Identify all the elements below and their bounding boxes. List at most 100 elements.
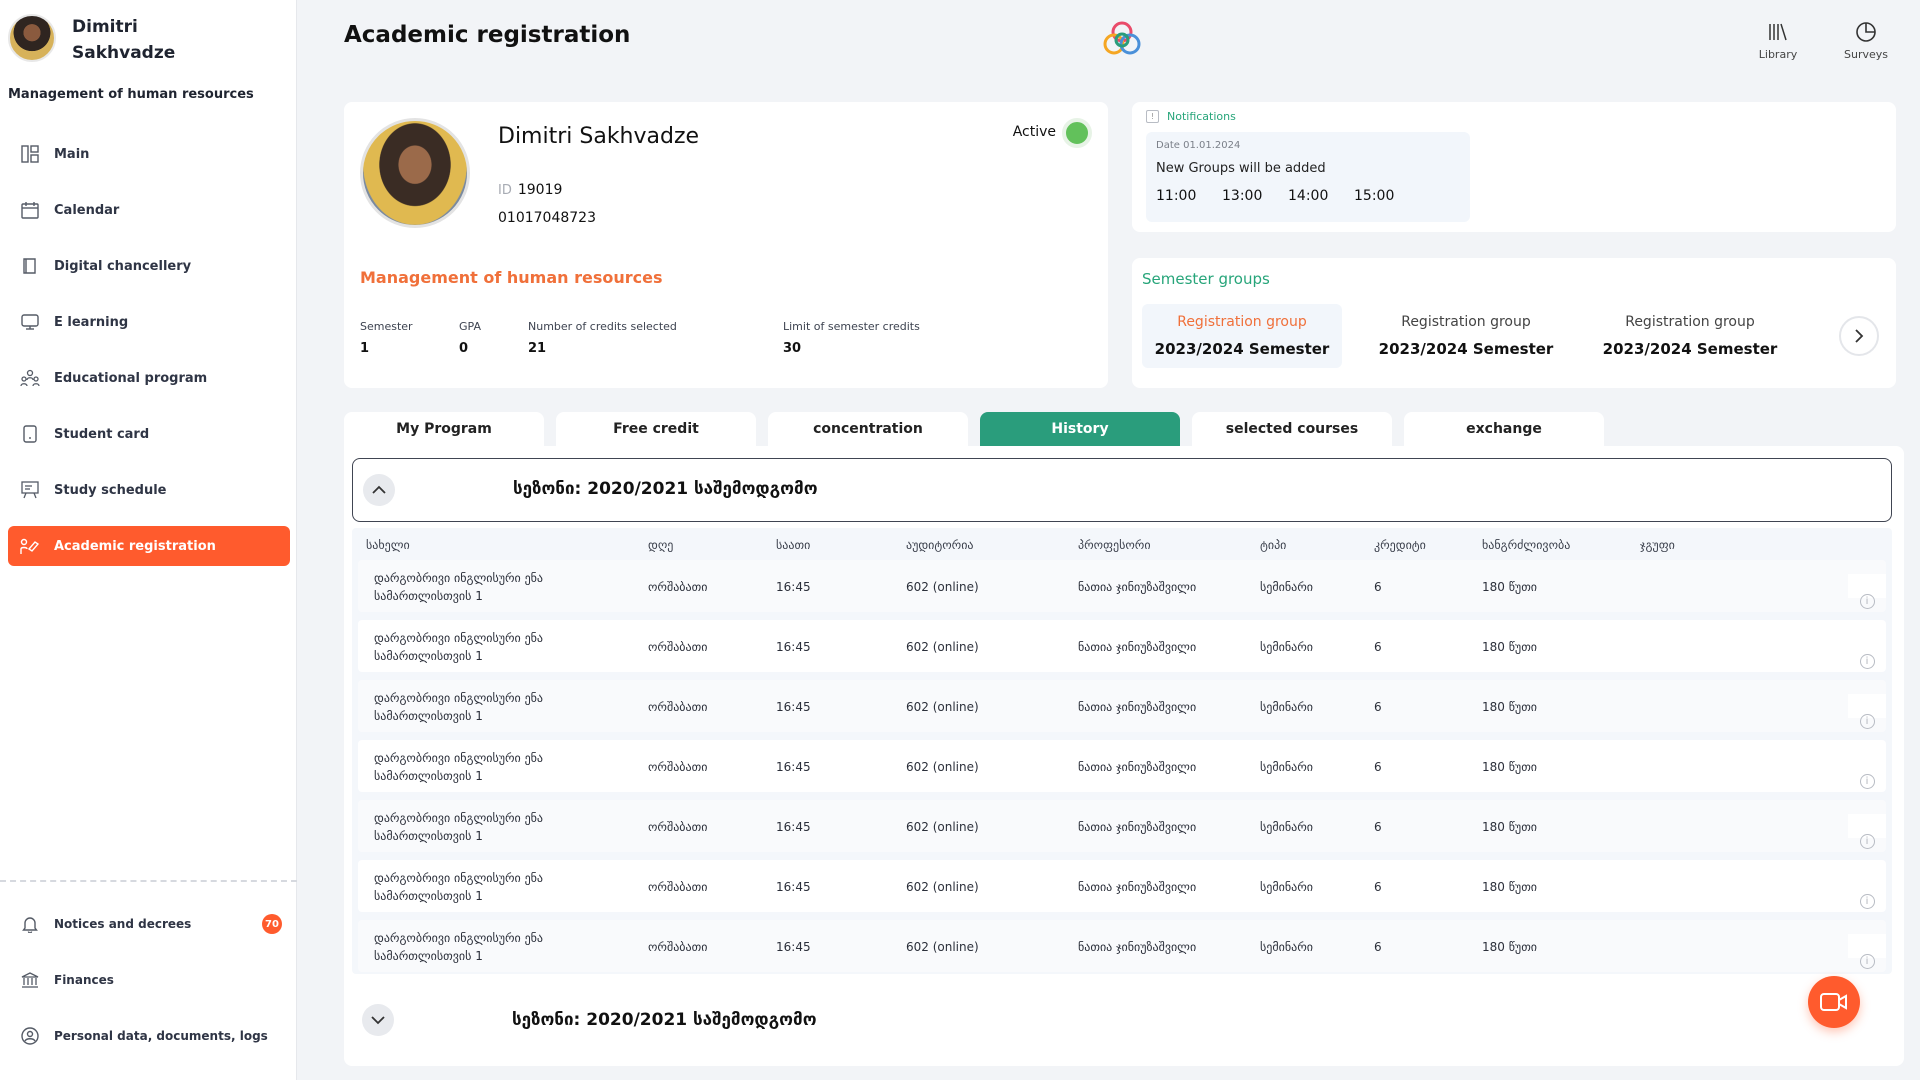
sidebar-item-main[interactable]: Main (8, 134, 290, 174)
table-row[interactable]: დარგობრივი ინგლისური ენა სამართლისთვის 1… (358, 560, 1886, 612)
column-header: ტიპი (1260, 538, 1287, 552)
tab-history[interactable]: History (980, 412, 1180, 446)
pie-chart-icon (1836, 20, 1896, 44)
table-row[interactable]: დარგობრივი ინგლისური ენა სამართლისთვის 1… (358, 860, 1886, 912)
sidebar-item-label: Student card (54, 426, 150, 442)
sidebar-item-label: Main (54, 146, 90, 162)
tab-free-credit[interactable]: Free credit (556, 412, 756, 446)
info-button[interactable]: i (1848, 754, 1886, 789)
stat-semester: Semester 1 (360, 320, 413, 356)
sidebar-item-calendar[interactable]: Calendar (8, 190, 290, 230)
sidebar-item-academic-registration[interactable]: Academic registration (8, 526, 290, 566)
semester-group-tab[interactable]: Registration group 2023/2024 Semester (1142, 304, 1342, 368)
notification-time: 15:00 (1354, 188, 1395, 204)
table-row[interactable]: დარგობრივი ინგლისური ენა სამართლისთვის 1… (358, 800, 1886, 852)
sidebar-item-digital-chancellery[interactable]: Digital chancellery (8, 246, 290, 286)
course-type: სემინარი (1260, 880, 1313, 894)
bell-icon (20, 914, 40, 934)
expand-button[interactable] (362, 1004, 394, 1036)
course-duration: 180 წუთი (1482, 940, 1538, 954)
info-button[interactable]: i (1848, 934, 1886, 969)
notification-item[interactable]: Date 01.01.2024 New Groups will be added… (1146, 132, 1470, 222)
column-header: სახელი (366, 538, 410, 552)
column-header: საათი (776, 538, 811, 552)
profile-program: Management of human resources (360, 268, 663, 287)
semester-group-tab[interactable]: Registration group 2023/2024 Semester (1366, 304, 1566, 368)
course-name: დარგობრივი ინგლისური ენა სამართლისთვის 1 (374, 571, 544, 603)
stat-label: Semester (360, 320, 413, 333)
course-duration: 180 წუთი (1482, 820, 1538, 834)
sidebar-item-finances[interactable]: Finances (8, 960, 290, 1000)
column-header: ჯგუფი (1640, 538, 1675, 552)
notification-time: 13:00 (1222, 188, 1263, 204)
stat-value: 0 (459, 341, 469, 356)
sidebar-item-label: Calendar (54, 202, 120, 218)
course-name: დარგობრივი ინგლისური ენა სამართლისთვის 1 (374, 691, 544, 723)
sidebar-item-label: Educational program (54, 370, 208, 386)
course-name: დარგობრივი ინგლისური ენა სამართლისთვის 1 (374, 631, 544, 663)
info-button[interactable]: i (1848, 814, 1886, 849)
semester-group-label: Registration group (1177, 314, 1307, 330)
next-groups-button[interactable] (1839, 316, 1879, 356)
course-name: დარგობრივი ინგლისური ენა სამართლისთვის 1 (374, 871, 544, 903)
course-room: 602 (online) (906, 640, 979, 654)
tab-exchange[interactable]: exchange (1404, 412, 1604, 446)
surveys-button[interactable]: Surveys (1836, 20, 1896, 61)
course-name: დარგობრივი ინგლისური ენა სამართლისთვის 1 (374, 811, 544, 843)
library-button[interactable]: Library (1748, 20, 1808, 61)
sidebar-item-label: Personal data, documents, logs (54, 1029, 268, 1043)
surveys-label: Surveys (1844, 48, 1888, 61)
course-day: ორშაბათი (648, 580, 708, 594)
status-indicator (1062, 118, 1092, 148)
info-button[interactable]: i (1848, 574, 1886, 609)
stat-value: 21 (528, 341, 547, 356)
notification-time: 11:00 (1156, 188, 1197, 204)
video-call-button[interactable] (1808, 976, 1860, 1028)
sidebar-item-label: Study schedule (54, 482, 167, 498)
person-icon (20, 1026, 40, 1046)
course-duration: 180 წუთი (1482, 700, 1538, 714)
sidebar-item-e-learning[interactable]: E learning (8, 302, 290, 342)
stat-label: GPA (459, 320, 481, 333)
table-row[interactable]: დარგობრივი ინგლისური ენა სამართლისთვის 1… (358, 920, 1886, 972)
sidebar-item-student-card[interactable]: Student card (8, 414, 290, 454)
course-credits: 6 (1374, 580, 1382, 594)
sidebar-item-study-schedule[interactable]: Study schedule (8, 470, 290, 510)
courses-table: სახელი დღე საათი აუდიტორია პროფესორი ტიპ… (352, 528, 1892, 974)
table-row[interactable]: დარგობრივი ინგლისური ენა სამართლისთვის 1… (358, 740, 1886, 792)
course-professor: ნათია ჯინიუზაშვილი (1078, 820, 1197, 834)
course-type: სემინარი (1260, 760, 1313, 774)
avatar[interactable] (8, 14, 56, 62)
column-header: კრედიტი (1374, 538, 1426, 552)
course-day: ორშაბათი (648, 760, 708, 774)
collapse-button[interactable] (363, 474, 395, 506)
column-header: პროფესორი (1078, 538, 1151, 552)
table-row[interactable]: დარგობრივი ინგლისური ენა სამართლისთვის 1… (358, 680, 1886, 732)
sidebar-item-label: Notices and decrees (54, 917, 192, 931)
profile-name: Dimitri Sakhvadze (498, 124, 700, 149)
user-block[interactable]: Dimitri Sakhvadze (8, 14, 182, 66)
info-button[interactable]: i (1848, 874, 1886, 909)
course-time: 16:45 (776, 880, 811, 894)
course-time: 16:45 (776, 580, 811, 594)
table-row[interactable]: დარგობრივი ინგლისური ენა სამართლისთვის 1… (358, 620, 1886, 672)
profile-id-label: ID (498, 183, 512, 198)
tab-selected-courses[interactable]: selected courses (1192, 412, 1392, 446)
tab-concentration[interactable]: concentration (768, 412, 968, 446)
sidebar-item-educational-program[interactable]: Educational program (8, 358, 290, 398)
course-duration: 180 წუთი (1482, 760, 1538, 774)
course-day: ორშაბათი (648, 820, 708, 834)
season-accordion-header[interactable]: სეზონი: 2020/2021 საშემოდგომო (352, 458, 1892, 522)
sidebar-item-personal-data[interactable]: Personal data, documents, logs (8, 1016, 290, 1056)
tab-my-program[interactable]: My Program (344, 412, 544, 446)
sidebar-item-notices[interactable]: Notices and decrees 70 (8, 904, 290, 944)
info-button[interactable]: i (1848, 634, 1886, 669)
semester-group-tab[interactable]: Registration group 2023/2024 Semester (1590, 304, 1790, 368)
notification-date: Date 01.01.2024 (1156, 140, 1241, 151)
chevron-down-icon (371, 1016, 385, 1025)
course-day: ორშაბათი (648, 640, 708, 654)
info-button[interactable]: i (1848, 694, 1886, 729)
chevron-right-icon (1855, 329, 1864, 343)
season-accordion-header[interactable]: სეზონი: 2020/2021 საშემოდგომო (352, 988, 1892, 1052)
stat-value: 1 (360, 341, 370, 356)
